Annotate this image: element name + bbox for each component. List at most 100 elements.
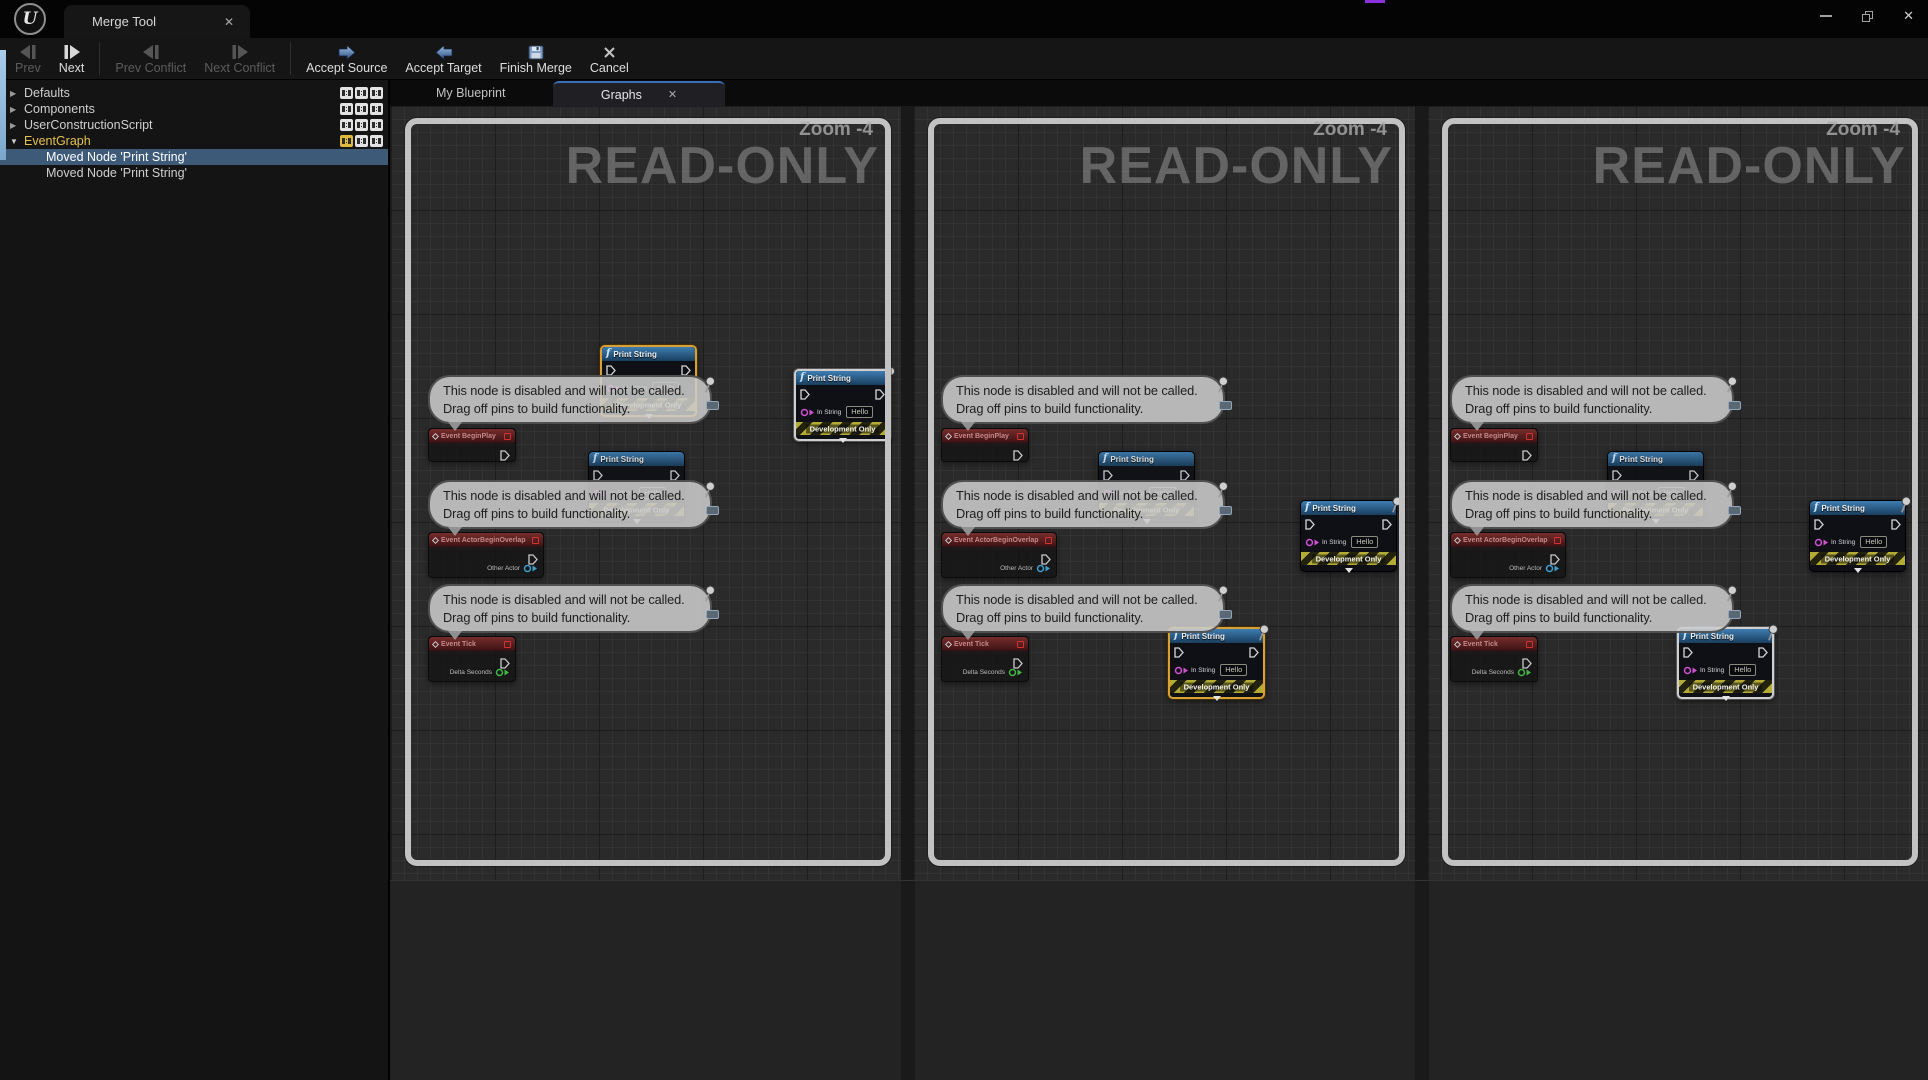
pin-tack-icon[interactable] (1721, 373, 1741, 396)
note-pointer (1470, 631, 1484, 640)
accept-target-button[interactable]: Accept Target (396, 38, 490, 79)
sidebar-item-components[interactable]: ▶Components (0, 101, 388, 117)
zoom-level-label: Zoom -4 (799, 119, 873, 141)
diff-compare-icon[interactable] (340, 135, 353, 147)
next-conflict-button[interactable]: Next Conflict (195, 38, 284, 79)
diff-compare-icon[interactable] (340, 103, 353, 115)
pin-tack-icon[interactable] (699, 478, 719, 501)
merge-tool-tab-close-icon[interactable]: ✕ (224, 15, 234, 29)
note-line: Drag off pins to build functionality. (1465, 505, 1719, 523)
event-node-tick[interactable]: Event TickDelta Seconds (1450, 636, 1538, 682)
minimize-button[interactable] (1820, 15, 1832, 17)
diff-compare-icon[interactable] (370, 119, 383, 131)
exec-pin-icon (875, 389, 885, 400)
tab-close-icon[interactable]: ✕ (668, 88, 677, 101)
event-node-tick[interactable]: Event TickDelta Seconds (941, 636, 1029, 682)
pin-tack-icon[interactable] (1212, 373, 1232, 396)
diff-compare-icon[interactable] (340, 119, 353, 131)
pin-tack-icon[interactable] (1721, 478, 1741, 501)
disabled-marker-icon (1526, 433, 1533, 440)
sidebar-item-label: Moved Node 'Print String' (46, 166, 187, 180)
exec-pin-icon (500, 450, 510, 461)
pin-tack-icon[interactable] (699, 582, 719, 605)
input-pin-row: In StringHello (1810, 533, 1905, 550)
event-node-begin-play[interactable]: Event BeginPlay (941, 428, 1029, 462)
data-pin-icon (495, 668, 510, 677)
collapse-chevron-icon (1722, 696, 1730, 701)
restore-button[interactable] (1862, 11, 1873, 22)
pin-tack-icon[interactable] (699, 373, 719, 396)
diff-compare-icon[interactable] (355, 119, 368, 131)
print-string-node[interactable]: fPrint StringIn StringHelloDevelopment O… (1677, 627, 1774, 699)
chevron-collapsed-icon[interactable]: ▶ (10, 105, 24, 114)
data-pin-icon (1814, 538, 1829, 547)
diff-compare-icon[interactable] (370, 87, 383, 99)
diff-compare-icon[interactable] (340, 87, 353, 99)
graph-viewport-panel-3[interactable]: Zoom -4READ-ONLYfPrint StringIn StringHe… (1428, 106, 1928, 880)
exec-pin-icon (1683, 647, 1693, 658)
diff-compare-icon[interactable] (355, 87, 368, 99)
pin-label: Delta Seconds (450, 669, 492, 676)
sidebar-item-moved-node-2[interactable]: Moved Node 'Print String' (0, 165, 388, 181)
pin-tack-icon[interactable] (1721, 582, 1741, 605)
disabled-marker-icon (1017, 641, 1024, 648)
pin-tack-icon[interactable] (1212, 478, 1232, 501)
sidebar-item-moved-node-1[interactable]: Moved Node 'Print String' (0, 149, 388, 165)
event-node-actor-overlap[interactable]: Event ActorBeginOverlapOther Actor (941, 532, 1057, 578)
diff-compare-icon[interactable] (370, 103, 383, 115)
sidebar-item-label: Moved Node 'Print String' (46, 150, 187, 164)
event-node-begin-play[interactable]: Event BeginPlay (428, 428, 516, 462)
chevron-collapsed-icon[interactable]: ▶ (10, 121, 24, 130)
event-icon (945, 432, 952, 439)
development-only-banner: Development Only (1679, 680, 1772, 693)
sidebar-item-event-graph[interactable]: ▼EventGraph (0, 133, 388, 149)
event-node-actor-overlap[interactable]: Event ActorBeginOverlapOther Actor (428, 532, 544, 578)
cancel-button[interactable]: Cancel (581, 38, 638, 79)
toolbar-separator (290, 42, 291, 75)
function-icon: f (606, 349, 610, 359)
finish-merge-button[interactable]: Finish Merge (491, 38, 581, 79)
diff-icons-group (340, 87, 383, 99)
function-icon: f (1612, 454, 1616, 464)
chevron-expanded-icon[interactable]: ▼ (10, 137, 24, 146)
event-node-actor-overlap[interactable]: Event ActorBeginOverlapOther Actor (1450, 532, 1566, 578)
data-pin-icon (1545, 564, 1560, 573)
event-node-tick[interactable]: Event Tick Delta Seconds (428, 636, 516, 682)
disabled-node-note: This node is disabled and will not be ca… (941, 584, 1225, 633)
accept-source-label: Accept Source (306, 61, 387, 75)
node-header: Event Tick (429, 637, 515, 651)
print-string-node[interactable]: fPrint StringIn StringHelloDevelopment O… (1168, 627, 1265, 699)
window-titlebar: U Merge Tool ✕ ✕ (0, 0, 1928, 38)
accept-source-button[interactable]: Accept Source (297, 38, 396, 79)
disabled-node-note: This node is disabled and will not be ca… (428, 375, 712, 424)
next-button[interactable]: Next (50, 38, 94, 79)
print-string-node[interactable]: fPrint StringIn StringHelloDevelopment O… (1809, 500, 1906, 572)
note-badge-icon (1728, 401, 1741, 410)
merge-tool-tab[interactable]: Merge Tool ✕ (64, 5, 250, 38)
exec-pins-row (1679, 643, 1772, 661)
pin-tack-icon[interactable] (1212, 582, 1232, 605)
diff-compare-icon[interactable] (370, 135, 383, 147)
note-pointer (448, 527, 462, 536)
event-node-begin-play[interactable]: Event BeginPlay (1450, 428, 1538, 462)
tab-my-blueprint[interactable]: My Blueprint (424, 80, 517, 106)
close-button[interactable]: ✕ (1903, 8, 1914, 24)
prev-button[interactable]: Prev (6, 38, 50, 79)
node-header: fPrint String (1301, 501, 1396, 515)
graph-viewport-panel-2[interactable]: Zoom -4READ-ONLYfPrint StringIn StringHe… (914, 106, 1415, 880)
graph-viewport-panel-1[interactable]: Zoom -4READ-ONLYfPrint StringIn StringHe… (391, 106, 901, 880)
exec-pins-row (1170, 643, 1263, 661)
sidebar-item-defaults[interactable]: ▶Defaults (0, 85, 388, 101)
note-line: Drag off pins to build functionality. (956, 609, 1210, 627)
diff-compare-icon[interactable] (355, 135, 368, 147)
function-icon: f (800, 373, 804, 383)
print-string-node[interactable]: fPrint StringIn StringHelloDevelopment O… (794, 369, 891, 441)
sidebar-item-user-construction-script[interactable]: ▶UserConstructionScript (0, 117, 388, 133)
print-string-node[interactable]: fPrint StringIn StringHelloDevelopment O… (1300, 500, 1397, 572)
data-pin-icon (523, 564, 538, 573)
tab-graphs[interactable]: Graphs✕ (553, 81, 725, 106)
chevron-collapsed-icon[interactable]: ▶ (10, 89, 24, 98)
prev-conflict-button[interactable]: Prev Conflict (106, 38, 195, 79)
node-title: Event BeginPlay (954, 433, 1009, 440)
diff-compare-icon[interactable] (355, 103, 368, 115)
